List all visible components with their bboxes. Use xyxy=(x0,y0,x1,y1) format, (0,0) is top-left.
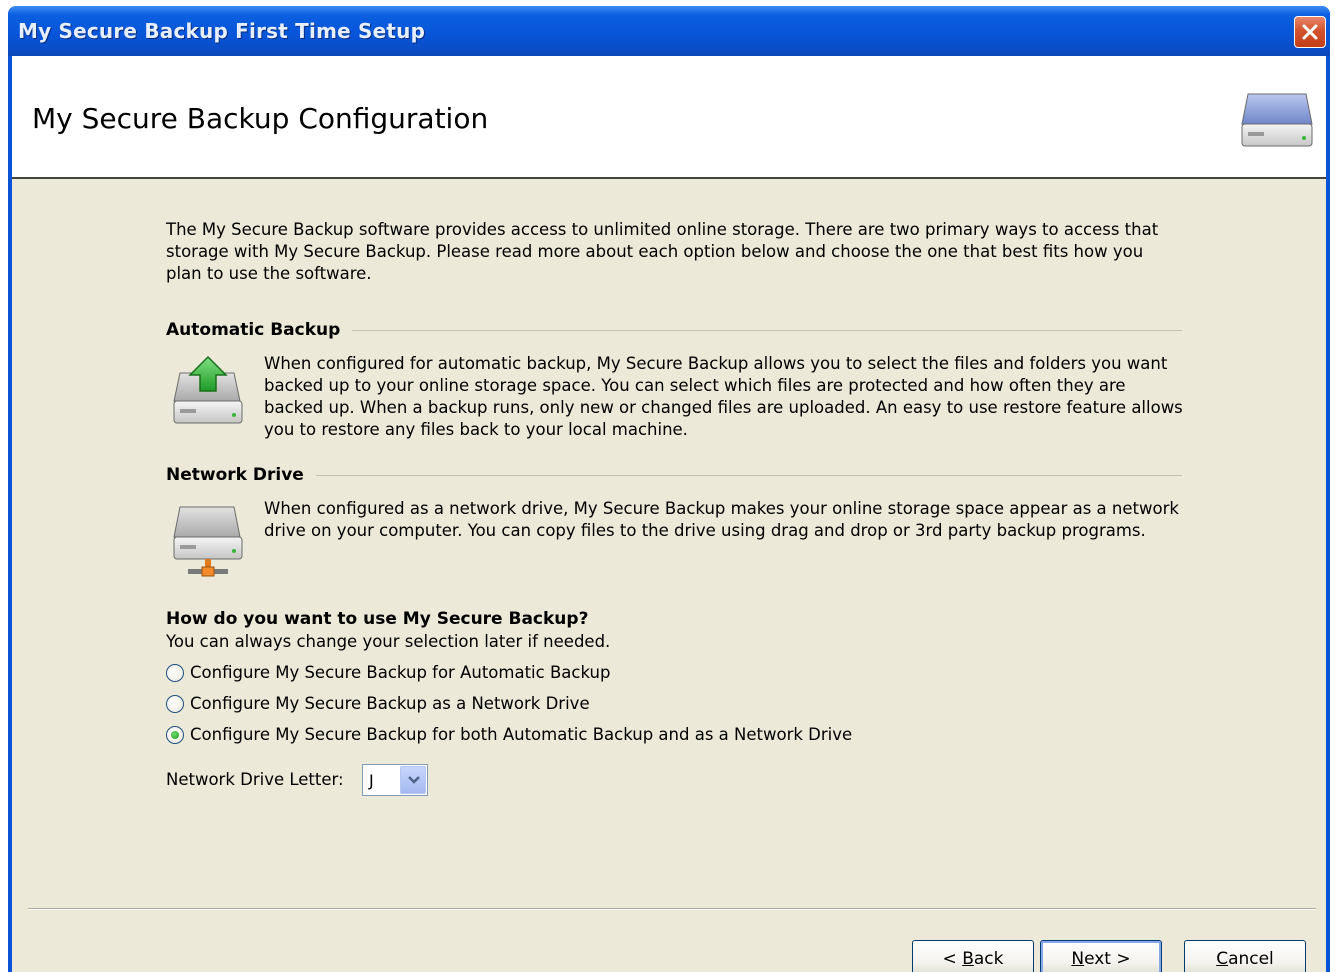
title-bar[interactable]: My Secure Backup First Time Setup xyxy=(8,6,1330,56)
wizard-header: My Secure Backup Configuration xyxy=(12,56,1326,179)
intro-text: The My Secure Backup software provides a… xyxy=(166,220,1159,283)
section-divider xyxy=(352,329,1182,331)
option-both[interactable]: Configure My Secure Backup for both Auto… xyxy=(166,724,852,746)
option-label[interactable]: Configure My Secure Backup for both Auto… xyxy=(190,724,852,746)
network-drive-heading: Network Drive xyxy=(166,464,1182,486)
page-title: My Secure Backup Configuration xyxy=(32,102,489,135)
option-label[interactable]: Configure My Secure Backup as a Network … xyxy=(190,693,590,715)
section-divider xyxy=(315,474,1182,476)
back-label-suffix: ack xyxy=(973,949,1004,969)
drive-letter-label: Network Drive Letter: xyxy=(166,770,344,789)
drive-letter-value: J xyxy=(369,771,374,790)
back-button[interactable]: < Back xyxy=(912,940,1034,972)
dropdown-button[interactable] xyxy=(400,766,426,794)
automatic-backup-heading: Automatic Backup xyxy=(166,319,1182,341)
cancel-label-suffix: ancel xyxy=(1228,949,1274,969)
usage-question: How do you want to use My Secure Backup? xyxy=(166,609,589,629)
upload-drive-icon xyxy=(173,355,243,424)
footer-divider xyxy=(28,908,1316,909)
usage-hint: You can always change your selection lat… xyxy=(166,632,611,651)
radio-both[interactable] xyxy=(166,726,184,744)
network-drive-icon xyxy=(173,506,243,577)
network-drive-description: When configured as a network drive, My S… xyxy=(264,499,1179,540)
option-network-drive[interactable]: Configure My Secure Backup as a Network … xyxy=(166,693,590,715)
option-label[interactable]: Configure My Secure Backup for Automatic… xyxy=(190,662,610,684)
setup-window: My Secure Backup First Time Setup My Sec… xyxy=(8,6,1330,972)
wizard-client: My Secure Backup Configuration The My Se… xyxy=(12,56,1326,972)
close-icon xyxy=(1302,24,1318,40)
back-label-prefix: < xyxy=(942,949,963,969)
hard-drive-icon xyxy=(1241,93,1313,147)
network-drive-title: Network Drive xyxy=(166,465,304,485)
option-automatic-backup[interactable]: Configure My Secure Backup for Automatic… xyxy=(166,662,610,684)
next-button[interactable]: Next > xyxy=(1040,940,1162,972)
radio-automatic-backup[interactable] xyxy=(166,664,184,682)
chevron-down-icon xyxy=(408,776,420,784)
window-title: My Secure Backup First Time Setup xyxy=(18,19,426,43)
cancel-mnemonic: C xyxy=(1216,949,1229,969)
automatic-backup-title: Automatic Backup xyxy=(166,320,341,340)
cancel-button[interactable]: Cancel xyxy=(1184,940,1306,972)
drive-letter-select[interactable]: J xyxy=(362,764,428,796)
next-label-suffix: ext > xyxy=(1084,949,1131,969)
close-button[interactable] xyxy=(1294,16,1326,48)
automatic-backup-description: When configured for automatic backup, My… xyxy=(264,354,1183,439)
next-mnemonic: N xyxy=(1071,949,1085,969)
radio-network-drive[interactable] xyxy=(166,695,184,713)
back-mnemonic: B xyxy=(962,949,974,969)
